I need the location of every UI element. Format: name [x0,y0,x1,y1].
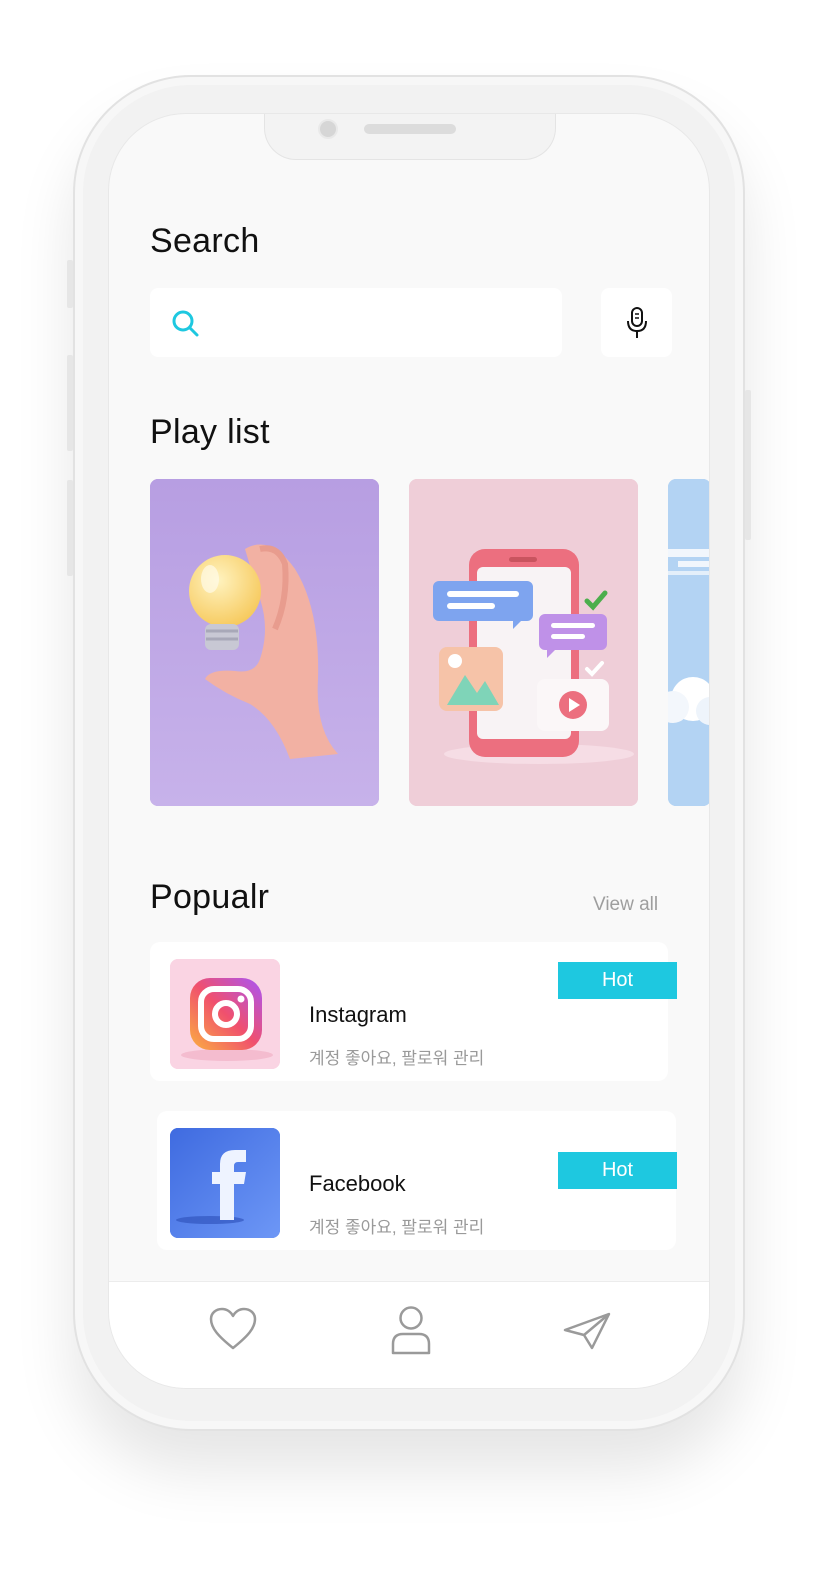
app-description: 계정 좋아요, 팔로워 관리 [309,1218,485,1237]
app-description: 계정 좋아요, 팔로워 관리 [309,1049,485,1068]
side-button-volume-down [67,480,73,576]
facebook-icon [170,1128,280,1238]
lightbulb-hand-illustration [150,479,379,806]
notch [264,114,556,160]
app-name: Instagram [309,1002,407,1027]
playlist-card-phone-chat[interactable] [409,479,638,806]
side-button-mute [67,260,73,308]
popular-title: Popualr [150,878,270,916]
view-all-link[interactable]: View all [593,894,658,916]
hot-badge: Hot [558,1152,677,1189]
phone-screen: Search Play list Popualr View all Instag… [108,113,710,1389]
search-icon [172,310,199,337]
facebook-thumbnail [170,1128,280,1238]
search-title: Search [150,222,260,260]
cloud-illustration [668,479,709,806]
bottom-tab-bar [109,1281,709,1388]
front-camera [318,119,338,139]
send-icon[interactable] [562,1310,612,1352]
playlist-card-clouds[interactable] [668,479,709,806]
side-button-volume-up [67,355,73,451]
side-button-power [745,390,751,540]
hot-badge: Hot [558,962,677,999]
app-name: Facebook [309,1171,406,1196]
instagram-icon [170,959,280,1069]
phone-chat-illustration [409,479,638,806]
earpiece-speaker [364,124,456,134]
voice-search-button[interactable] [601,288,672,357]
microphone-icon [627,307,647,338]
search-input[interactable] [150,288,562,357]
user-icon[interactable] [389,1304,433,1356]
instagram-thumbnail [170,959,280,1069]
playlist-card-lightbulb[interactable] [150,479,379,806]
heart-icon[interactable] [208,1306,258,1352]
playlist-title: Play list [150,413,270,451]
